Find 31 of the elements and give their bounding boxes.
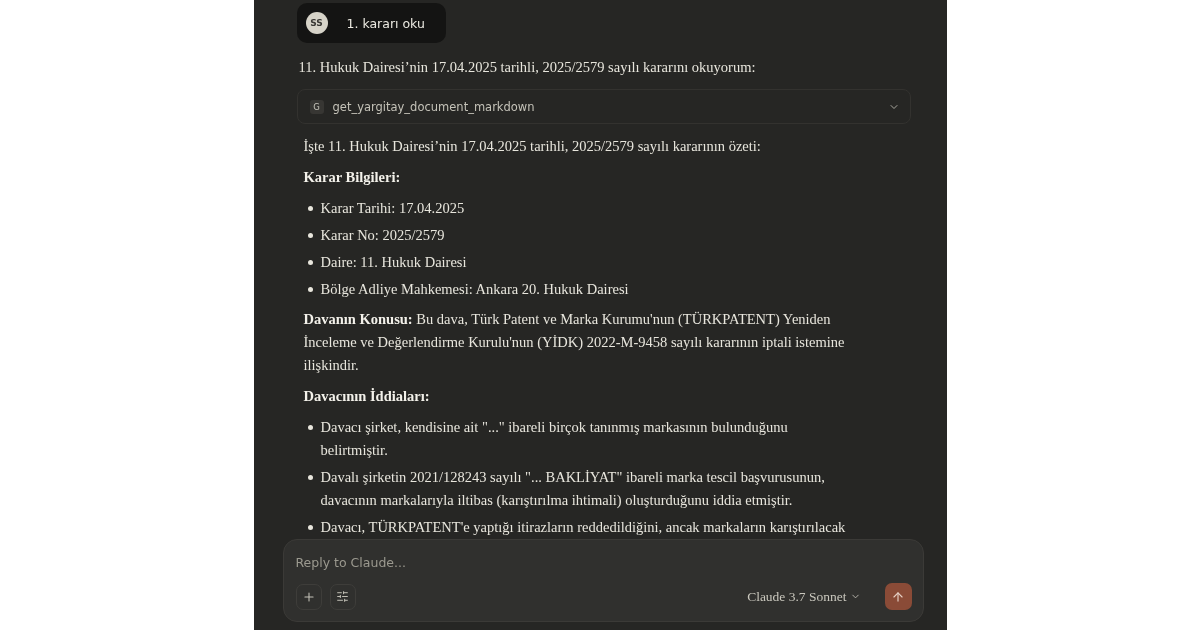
bullet-icon (307, 425, 313, 430)
sliders-icon (336, 590, 349, 603)
bullet-icon (307, 233, 313, 238)
bullet-icon (307, 525, 313, 530)
list-item-text: Davalı şirketin 2021/128243 sayılı "... BAKLİYAT" ibareli marka tescil başvurusunun, davacının markalarıyla iltibas (karıştırılma ihtimali) oluşturduğunu iddia etmiştir. (320, 468, 826, 510)
section-heading: Karar Bilgileri: (303, 168, 402, 187)
avatar: SS (305, 12, 328, 35)
list-item-text: Karar No: 2025/2579 (320, 226, 445, 245)
bullet-icon (307, 260, 313, 265)
list-item-text: Daire: 11. Hukuk Dairesi (320, 253, 467, 272)
send-button[interactable] (884, 583, 912, 610)
paragraph: İşte 11. Hukuk Dairesi’nin 17.04.2025 tarihli, 2025/2579 sayılı kararının özeti: (303, 137, 762, 156)
add-button[interactable] (295, 583, 322, 610)
tool-badge: G (309, 99, 324, 114)
user-message-text: 1. kararı oku (346, 15, 425, 31)
bullet-icon (307, 475, 313, 480)
tools-button[interactable] (329, 583, 356, 610)
bullet-icon (307, 206, 313, 211)
list-item-text: Davacı, TÜRKPATENT'e yaptığı itirazların reddedildiğini, ancak markaların karıştırılacak (320, 518, 846, 537)
reply-input[interactable]: Reply to Claude... (295, 552, 912, 572)
plus-icon (301, 589, 316, 604)
list-item-text: Karar Tarihi: 17.04.2025 (320, 199, 465, 218)
bullet-icon (307, 287, 313, 292)
list-item-text: Davacı şirket, kendisine ait "..." ibareli birçok tanınmış markasının bulunduğunu belirtmiştir. (320, 418, 789, 460)
section-heading: Davacının İddiaları: (303, 387, 431, 406)
model-selector[interactable]: Claude 3.7 Sonnet (747, 586, 861, 607)
paragraph: Davanın Konusu: Bu dava, Türk Patent ve Marka Kurumu'nun (TÜRKPATENT) Yeniden İnceleme ve Değerlendirme Kurulu'nun (YİDK) 2022-M-9458 sayılı kararının iptali istemine ilişkindir. (303, 310, 846, 375)
tool-call-toggle[interactable]: G get_yargitay_document_markdown (296, 89, 911, 124)
list-item-text: Bölge Adliye Mahkemesi: Ankara 20. Hukuk Dairesi (320, 280, 629, 299)
assistant-text: 11. Hukuk Dairesi’nin 17.04.2025 tarihli, 2025/2579 sayılı kararını okuyorum: (298, 58, 756, 78)
tool-name: get_yargitay_document_markdown (332, 99, 536, 114)
